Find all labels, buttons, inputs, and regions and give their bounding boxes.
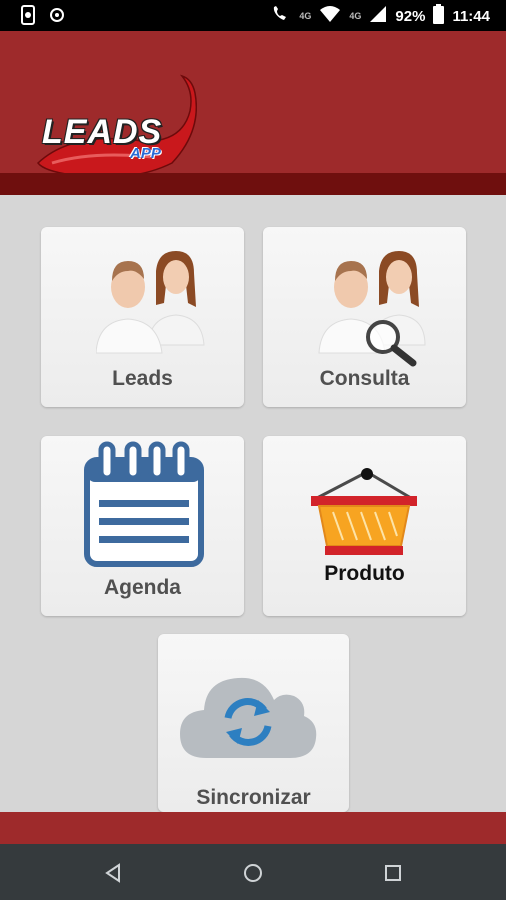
produto-label: Produto: [324, 562, 405, 585]
network-type-2: 4G: [349, 11, 362, 21]
recents-button[interactable]: [378, 858, 408, 888]
phone-settings-icon: [20, 5, 36, 30]
signal-icon: [369, 5, 387, 27]
sincronizar-label: Sincronizar: [196, 786, 311, 809]
back-button[interactable]: [98, 858, 128, 888]
leads-label: Leads: [112, 367, 173, 390]
recents-icon: [385, 865, 401, 881]
wifi-calling-icon: [271, 5, 291, 27]
consulta-label: Consulta: [319, 367, 410, 390]
home-icon: [244, 864, 262, 882]
battery-percent: 92%: [395, 7, 426, 25]
network-type-1: 4G: [299, 11, 312, 21]
agenda-label: Agenda: [103, 576, 181, 599]
status-bar: 4G 4G 92% 11:44: [0, 0, 506, 31]
people-icon: [96, 251, 205, 354]
app-header: LEADS APP: [0, 31, 506, 179]
agenda-button[interactable]: Agenda: [41, 436, 244, 616]
wifi-icon: [319, 5, 341, 27]
cloud-sync-icon: [180, 677, 317, 758]
back-icon: [105, 863, 120, 883]
app-logo: LEADS APP: [32, 71, 198, 181]
basket-icon: [311, 468, 417, 555]
clock: 11:44: [452, 7, 490, 25]
battery-icon: [433, 4, 445, 28]
leads-button[interactable]: Leads: [41, 227, 244, 407]
produto-button[interactable]: Produto: [263, 436, 466, 616]
sync-status-icon: [48, 5, 66, 30]
sincronizar-button[interactable]: Sincronizar: [158, 634, 349, 812]
header-strip: [0, 173, 506, 195]
consulta-button[interactable]: Consulta: [263, 227, 466, 407]
app-footer: [0, 812, 506, 844]
calendar-icon: [84, 441, 204, 567]
people-search-icon: [318, 251, 426, 367]
system-nav-bar: [0, 844, 506, 900]
home-button[interactable]: [238, 858, 268, 888]
logo-subtext: APP: [130, 145, 161, 162]
